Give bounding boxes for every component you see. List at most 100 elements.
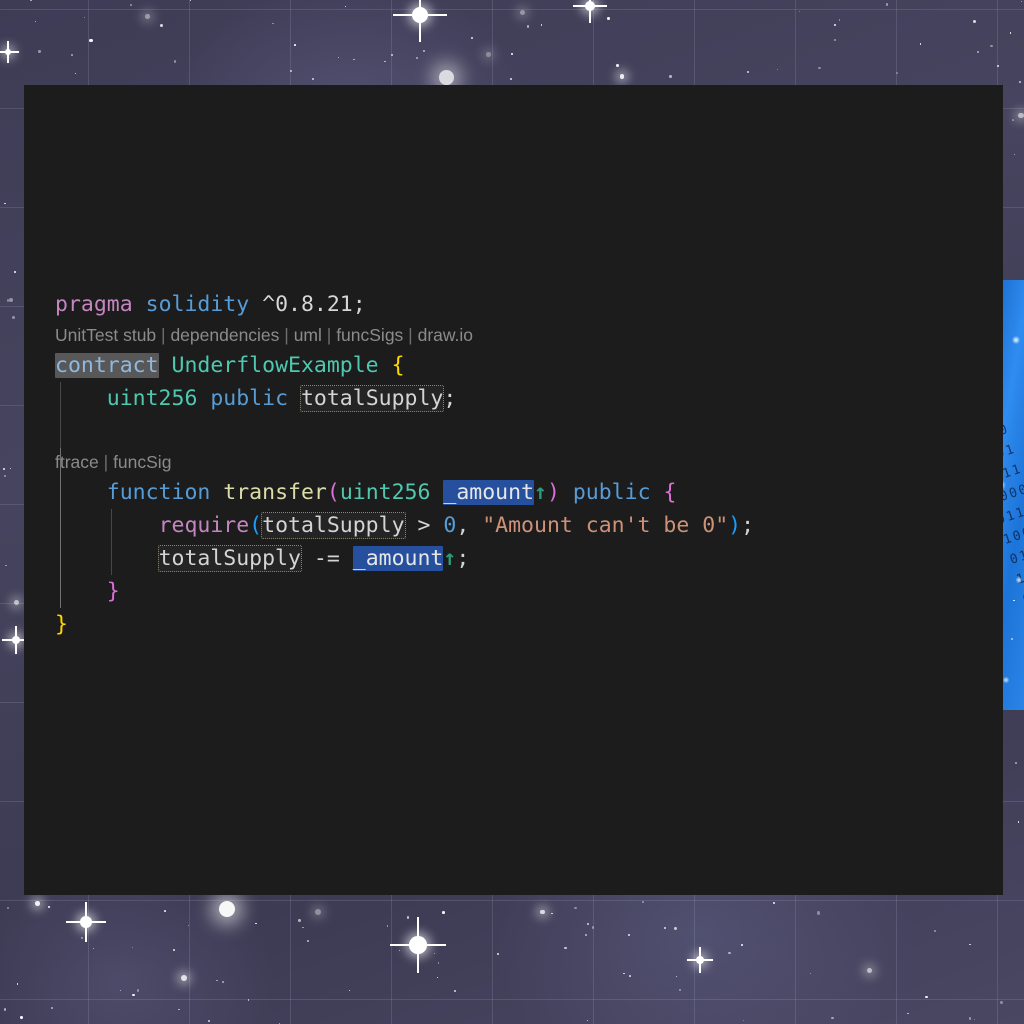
codelens-command[interactable]: funcSigs (336, 325, 403, 345)
bracket-token[interactable]: ( (327, 480, 340, 505)
function-name[interactable]: transfer (223, 480, 327, 505)
codelens-separator: | (279, 325, 294, 345)
code-line-blank[interactable] (24, 415, 1003, 448)
star (674, 927, 677, 930)
star (436, 976, 439, 978)
bracket-token[interactable]: } (107, 579, 120, 604)
star (1013, 599, 1015, 602)
star (526, 25, 529, 28)
star (89, 38, 93, 43)
bracket-token[interactable]: ( (249, 513, 262, 538)
type-token[interactable]: uint256 (340, 480, 431, 505)
star (486, 52, 491, 57)
codelens-row[interactable]: ftrace | funcSig (24, 448, 1003, 476)
star (675, 975, 678, 977)
codelens-command[interactable]: UnitTest stub (55, 325, 156, 345)
star (885, 2, 889, 6)
bracket-token[interactable]: { (392, 353, 405, 378)
keyword-token[interactable]: public (573, 480, 651, 505)
number-token[interactable]: ^0.8.21 (262, 292, 353, 317)
caret-marker-icon[interactable]: ↑ (534, 480, 547, 505)
star (13, 599, 19, 605)
bracket-token[interactable]: { (663, 480, 676, 505)
selected-keyword[interactable]: contract (55, 353, 159, 378)
star (1017, 821, 1020, 823)
code-line[interactable]: pragma solidity ^0.8.21; (24, 288, 1003, 321)
code-line[interactable]: function transfer(uint256 _amount↑) publ… (24, 476, 1003, 509)
code-token[interactable]: > (417, 513, 430, 538)
code-line[interactable]: contract UnderflowExample { (24, 349, 1003, 382)
star (297, 919, 301, 922)
star (216, 979, 218, 981)
star (509, 77, 512, 80)
code-token[interactable]: ; (443, 386, 456, 411)
star (145, 14, 150, 19)
star (1000, 1001, 1003, 1005)
star (3, 1008, 6, 1011)
code-token[interactable]: ; (741, 513, 754, 538)
star (132, 993, 135, 997)
star (831, 1016, 834, 1019)
star (136, 989, 140, 992)
codelens-command[interactable]: uml (294, 325, 322, 345)
indent-guide (59, 448, 61, 608)
star (218, 901, 235, 917)
keyword-token[interactable]: solidity (146, 292, 250, 317)
code-line[interactable]: } (24, 575, 1003, 608)
code-token[interactable]: , (456, 513, 482, 538)
word-occurrence[interactable]: totalSupply (299, 385, 445, 412)
star (1011, 638, 1013, 640)
bracket-token[interactable]: } (55, 612, 68, 637)
codelens-command[interactable]: draw.io (418, 325, 473, 345)
star (1017, 112, 1024, 119)
star (160, 24, 163, 27)
codelens-command[interactable]: ftrace (55, 452, 99, 472)
star (627, 933, 631, 936)
type-token[interactable]: uint256 (107, 386, 198, 411)
code-line[interactable]: totalSupply -= _amount↑; (24, 542, 1003, 575)
keyword-token[interactable]: function (107, 480, 211, 505)
caret-marker-icon[interactable]: ↑ (443, 546, 456, 571)
selected-symbol[interactable]: _amount (443, 480, 534, 505)
star (519, 9, 525, 15)
keyword-token[interactable]: require (159, 513, 250, 538)
keyword-token[interactable]: public (210, 386, 288, 411)
star (1009, 32, 1011, 34)
codelens-command[interactable]: dependencies (170, 325, 279, 345)
star (3, 467, 6, 470)
code-token[interactable]: ; (456, 546, 469, 571)
star (1018, 81, 1021, 84)
word-occurrence[interactable]: totalSupply (261, 512, 406, 539)
star (19, 1015, 23, 1019)
word-occurrence[interactable]: totalSupply (157, 545, 302, 572)
code-token[interactable]: -= (314, 546, 340, 571)
star (311, 77, 314, 80)
selected-symbol[interactable]: _amount (352, 546, 444, 571)
bracket-token[interactable]: ) (547, 480, 560, 505)
code-editor-panel[interactable]: pragma solidity ^0.8.21; UnitTest stub | … (24, 85, 1003, 895)
keyword-token[interactable]: pragma (55, 292, 133, 317)
codelens-command[interactable]: funcSig (113, 452, 171, 472)
code-line[interactable]: require(totalSupply > 0, "Amount can't b… (24, 509, 1003, 542)
star (616, 63, 619, 67)
number-token[interactable]: 0 (443, 513, 456, 538)
contract-name[interactable]: UnderflowExample (172, 353, 379, 378)
string-literal[interactable]: "Amount can't be 0" (482, 513, 728, 538)
codelens-row[interactable]: UnitTest stub | dependencies | uml | fun… (24, 321, 1003, 349)
star (409, 936, 427, 954)
star (16, 983, 18, 985)
star (540, 909, 545, 915)
star (442, 911, 445, 914)
bracket-token[interactable]: ) (728, 513, 741, 538)
code-line[interactable]: } (24, 608, 1003, 641)
code-line[interactable]: uint256 public totalSupply; (24, 382, 1003, 415)
code-token[interactable]: ; (353, 292, 366, 317)
